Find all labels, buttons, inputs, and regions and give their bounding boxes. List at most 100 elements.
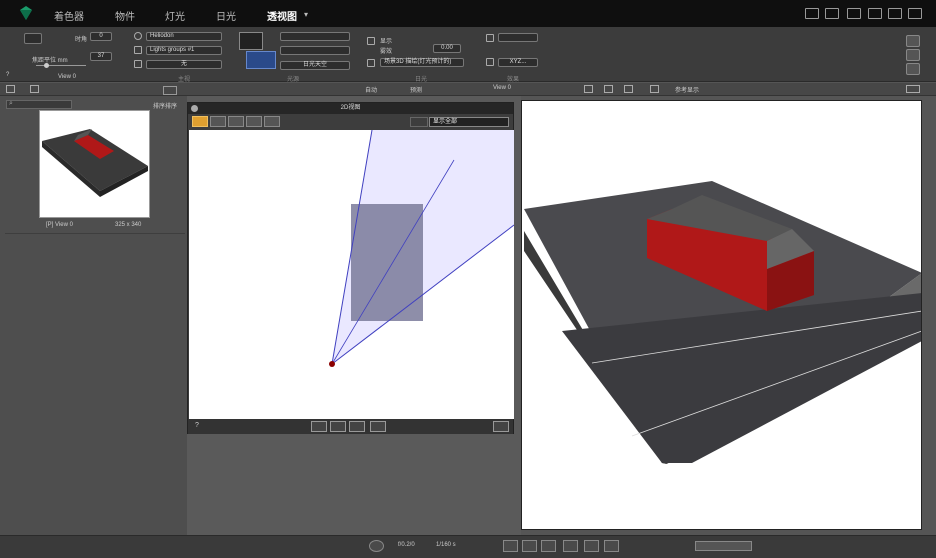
top-view-button[interactable] xyxy=(192,116,208,127)
show-option[interactable]: 显示 xyxy=(380,36,392,45)
window-2d-view: 2D视图 显示全部 ? xyxy=(187,102,514,434)
bottom-bar: f/0.2/0 1/160 s xyxy=(0,535,936,558)
eye-icon[interactable] xyxy=(163,86,177,95)
camera-settings-icon[interactable] xyxy=(369,540,384,552)
sub-toolbar: 自动 预测 View 0 参考显示 xyxy=(0,83,936,96)
nav-back-icon[interactable] xyxy=(503,540,518,552)
extra-light-select[interactable]: 无 xyxy=(146,60,222,69)
rendered-scene xyxy=(524,181,921,464)
zoom-icon[interactable] xyxy=(330,421,346,432)
sun-field-2[interactable] xyxy=(280,46,350,55)
view-name-label: View 0 xyxy=(58,74,76,80)
render-viewport[interactable] xyxy=(521,100,922,530)
view-thumbnail[interactable] xyxy=(39,110,150,218)
crop-icon[interactable] xyxy=(624,85,633,93)
menu-bar: 着色器 物件 灯光 日光 透视图 ▾ xyxy=(0,0,936,27)
environment-select[interactable]: Heliodon xyxy=(146,32,222,41)
camera-frustum-diagram xyxy=(329,130,514,367)
window-2d-statusbar: ? xyxy=(188,419,513,434)
side-view-button[interactable] xyxy=(228,116,244,127)
app-logo-icon xyxy=(20,6,32,20)
cart-icon[interactable] xyxy=(805,8,819,19)
auto-render-toggle[interactable]: 自动 xyxy=(365,85,377,94)
pan-back-icon[interactable] xyxy=(311,421,327,432)
sort-label[interactable]: 排序排序 xyxy=(153,101,177,110)
library-view-icon[interactable] xyxy=(6,85,15,93)
lights-group-select[interactable]: Lights groups #1 xyxy=(146,46,222,55)
fullscreen-icon[interactable] xyxy=(908,8,922,19)
focal-slider-handle[interactable] xyxy=(44,63,49,68)
section-label-effects: 效果 xyxy=(507,77,520,83)
preview-toggle[interactable]: 预测 xyxy=(410,85,422,94)
angle-input[interactable]: 0 xyxy=(90,32,112,41)
shutter-select[interactable]: 1/160 s xyxy=(436,542,456,548)
menu-dropdown-icon[interactable]: ▾ xyxy=(304,10,308,19)
window-2d-titlebar[interactable]: 2D视图 xyxy=(188,103,513,114)
nav-rotate-icon[interactable] xyxy=(584,540,599,552)
nav-pan-icon[interactable] xyxy=(541,540,556,552)
sun-field-1[interactable] xyxy=(280,32,350,41)
close-icon[interactable] xyxy=(191,105,198,112)
menu-lights[interactable]: 灯光 xyxy=(165,8,185,23)
bulb-icon xyxy=(134,46,142,54)
camera-icon[interactable] xyxy=(868,8,882,19)
other-view-button[interactable] xyxy=(264,116,280,127)
grid-icon xyxy=(367,37,375,45)
ribbon-side-button-1[interactable] xyxy=(906,35,920,47)
share-icon[interactable] xyxy=(825,8,839,19)
thumbnail-scene xyxy=(42,129,148,197)
orbit-icon[interactable] xyxy=(370,421,386,432)
sun-position-button[interactable] xyxy=(246,51,276,69)
focal-input[interactable]: 37 xyxy=(90,52,112,61)
settings-gear-icon[interactable] xyxy=(906,63,920,75)
front-view-button[interactable] xyxy=(210,116,226,127)
xyz-button[interactable]: XYZ... xyxy=(498,58,538,67)
nav-target-icon[interactable] xyxy=(604,540,619,552)
sky-time-select[interactable]: 日光天空 xyxy=(280,61,350,70)
panel-toggle-icon[interactable] xyxy=(906,85,920,93)
menu-shaders[interactable]: 着色器 xyxy=(54,8,84,23)
menu-perspective[interactable]: 透视图 xyxy=(267,8,297,23)
fog-option[interactable]: 雾效 xyxy=(380,46,392,55)
section-label-view: 主视 xyxy=(178,77,191,83)
coordinate-icon xyxy=(486,58,494,66)
window-icon[interactable] xyxy=(847,8,861,19)
nav-zoom-icon[interactable] xyxy=(522,540,537,552)
search-icon: ⌕ xyxy=(9,100,13,107)
nav-walk-icon[interactable] xyxy=(563,540,578,552)
sun-preview[interactable] xyxy=(239,32,263,50)
aperture-select[interactable]: f/0.2/0 xyxy=(398,542,415,548)
right-scroll-strip[interactable] xyxy=(922,96,936,546)
undo-view-icon[interactable] xyxy=(410,117,428,127)
thumbnail-name: [P] View 0 xyxy=(46,222,73,228)
fit-view-icon[interactable] xyxy=(584,85,593,93)
help-icon[interactable]: ? xyxy=(6,72,9,78)
sky-icon xyxy=(134,60,142,68)
library-collapse-icon[interactable] xyxy=(30,85,39,93)
menu-sun[interactable]: 日光 xyxy=(216,8,236,23)
render-mode-select[interactable]: 场景3D 描绘(灯光预计的) xyxy=(380,58,464,67)
ribbon-side-button-2[interactable] xyxy=(906,49,920,61)
plan-canvas[interactable] xyxy=(189,130,514,419)
view-mode-button[interactable] xyxy=(24,33,42,44)
window-2d-help[interactable]: ? xyxy=(195,422,199,429)
expand-icon[interactable] xyxy=(604,85,613,93)
right-field-1[interactable] xyxy=(498,33,538,42)
display-all-select[interactable]: 显示全部 xyxy=(429,117,509,127)
menu-objects[interactable]: 物件 xyxy=(115,8,135,23)
ribbon-toolbar: 时角 0 焦距平位 mm 37 View 0 ? Heliodon Lights… xyxy=(0,27,936,83)
focal-label: 焦距平位 mm xyxy=(32,58,68,64)
reference-display-label: 参考显示 xyxy=(675,88,700,94)
frame-toggle-icon[interactable] xyxy=(650,85,659,93)
back-view-button[interactable] xyxy=(246,116,262,127)
camera-point[interactable] xyxy=(329,361,335,367)
progress-slider[interactable] xyxy=(695,541,752,551)
library-divider xyxy=(5,233,185,234)
center-target-icon[interactable] xyxy=(493,421,509,432)
move-icon[interactable] xyxy=(349,421,365,432)
effect-value-input[interactable]: 0.00 xyxy=(433,44,461,53)
window-2d-toolbar: 显示全部 xyxy=(188,114,513,130)
render-mode-icon xyxy=(367,59,375,67)
library-search-input[interactable] xyxy=(6,100,72,109)
minimize-icon[interactable] xyxy=(888,8,902,19)
